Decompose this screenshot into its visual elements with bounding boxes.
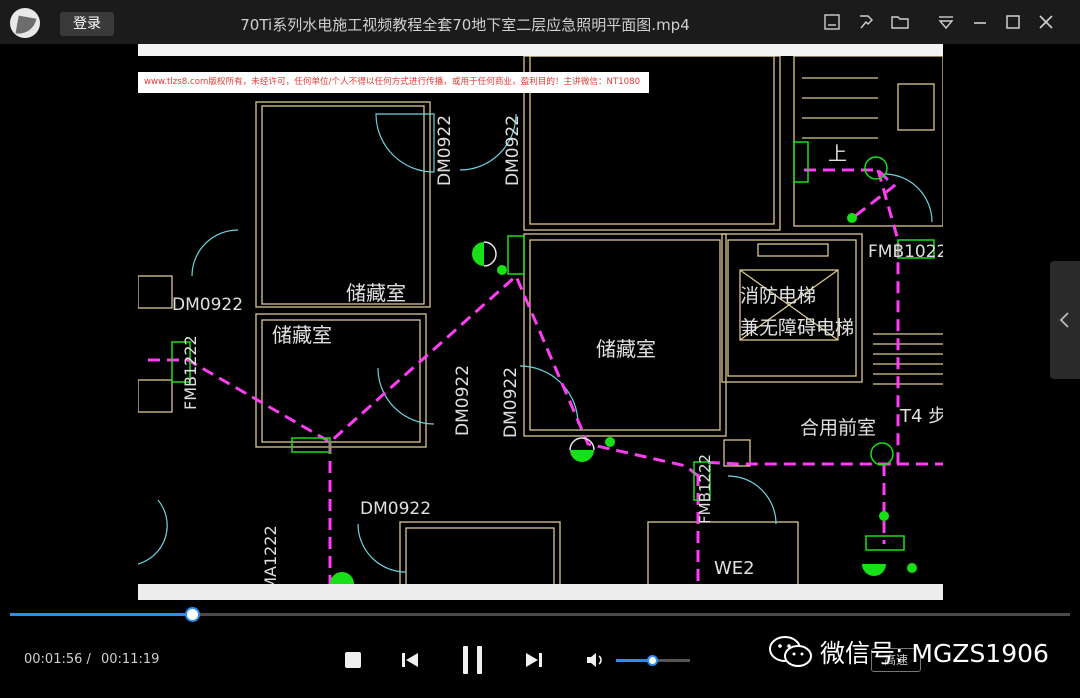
plan-label: 上 [828, 143, 847, 165]
next-button[interactable] [524, 650, 544, 674]
plan-label: DM0922 [501, 367, 521, 438]
current-time: 00:01:56 / [24, 652, 91, 667]
wechat-icon [769, 636, 812, 667]
app-logo-icon [10, 8, 40, 38]
video-frame: DM0922 DM0922 DM0922 DM0922 DM0922 DM092… [138, 44, 943, 600]
plan-label: T4 步 [899, 406, 943, 427]
progress-bar[interactable] [10, 607, 1070, 622]
side-panel-toggle[interactable] [1050, 261, 1080, 379]
cad-status-bar [138, 584, 943, 600]
pin-icon[interactable] [856, 12, 876, 32]
room-label: 储藏室 [346, 281, 406, 305]
plan-label: DM0922 [453, 365, 473, 436]
copyright-notice: www.tlzs8.com版权所有，未经许可，任何单位/个人不得以任何方式进行传… [138, 72, 649, 93]
plan-label: DM0922 [360, 499, 431, 519]
plan-label: FMB1222 [181, 335, 200, 410]
room-label: 兼无障碍电梯 [740, 317, 854, 339]
cad-toolbar [138, 44, 943, 56]
plan-label: WE2 [714, 558, 755, 579]
plan-label: DM0922 [503, 115, 523, 186]
volume-slider[interactable] [616, 655, 690, 666]
dropdown-icon[interactable] [936, 12, 956, 32]
pause-icon [463, 646, 482, 674]
maximize-icon[interactable] [1003, 12, 1023, 32]
previous-button[interactable] [400, 650, 420, 674]
close-icon[interactable] [1036, 12, 1056, 32]
screenshot-icon[interactable] [822, 12, 842, 32]
stop-icon [345, 652, 361, 668]
room-label: 储藏室 [272, 323, 332, 347]
window-title: 70Ti系列水电施工视频教程全套70地下室二层应急照明平面图.mp4 [240, 16, 690, 34]
volume-button[interactable] [585, 650, 607, 674]
folder-icon[interactable] [890, 12, 910, 32]
progress-fill [10, 613, 193, 616]
next-icon [526, 653, 542, 667]
login-button[interactable]: 登录 [60, 12, 114, 36]
pause-button[interactable] [460, 645, 486, 679]
cad-floor-plan: DM0922 DM0922 DM0922 DM0922 DM0922 DM092… [138, 55, 943, 600]
video-area[interactable]: DM0922 DM0922 DM0922 DM0922 DM0922 DM092… [0, 44, 1080, 600]
plan-label: DM0922 [435, 115, 455, 186]
progress-handle[interactable] [185, 607, 201, 622]
minimize-icon[interactable] [970, 12, 990, 32]
room-label: 合用前室 [800, 417, 876, 439]
wechat-id: 微信号: MGZS1906 [820, 639, 1049, 668]
plan-label: FMB1222 [696, 454, 714, 524]
side-panel-chevron-icon [1059, 312, 1069, 328]
title-bar: 登录 70Ti系列水电施工视频教程全套70地下室二层应急照明平面图.mp4 [0, 0, 1080, 44]
plan-label: FMB1022 [868, 242, 943, 262]
room-label: 储藏室 [596, 337, 656, 361]
room-label: 消防电梯 [740, 285, 816, 307]
previous-icon [402, 653, 418, 667]
total-time: 00:11:19 [101, 652, 160, 667]
plan-label: DM0922 [172, 295, 243, 315]
volume-handle[interactable] [647, 655, 659, 666]
volume-icon [587, 653, 602, 667]
stop-button[interactable] [344, 651, 362, 673]
